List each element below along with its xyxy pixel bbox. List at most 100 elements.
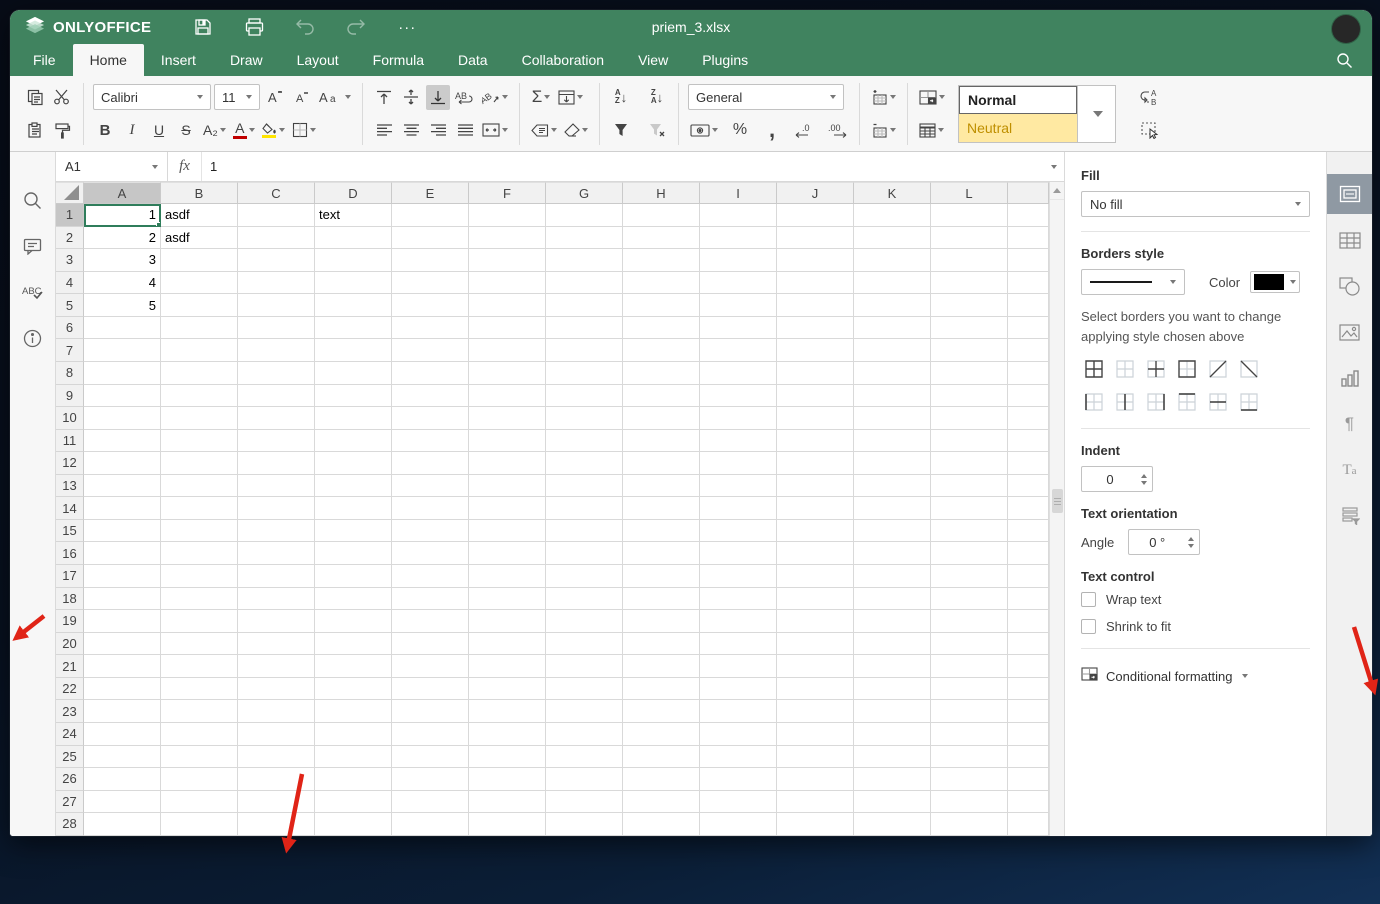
cell-H19[interactable] — [623, 610, 700, 633]
cell-F20[interactable] — [469, 633, 546, 656]
cell-J9[interactable] — [777, 385, 854, 408]
cell-F21[interactable] — [469, 655, 546, 678]
cell-C16[interactable] — [238, 542, 315, 565]
row-header-10[interactable]: 10 — [56, 407, 84, 430]
wrap-text-checkbox[interactable] — [1081, 592, 1096, 607]
cell-L6[interactable] — [931, 317, 1008, 340]
cell-L19[interactable] — [931, 610, 1008, 633]
column-header-C[interactable]: C — [238, 182, 315, 204]
cell-K18[interactable] — [854, 588, 931, 611]
cell-D27[interactable] — [315, 791, 392, 814]
select-range-button[interactable] — [1138, 118, 1162, 143]
cell-M19[interactable] — [1008, 610, 1049, 633]
cell-L3[interactable] — [931, 249, 1008, 272]
cell-G13[interactable] — [546, 475, 623, 498]
cell-C5[interactable] — [238, 294, 315, 317]
column-header-A[interactable]: A — [84, 182, 161, 204]
cell-F3[interactable] — [469, 249, 546, 272]
select-all-corner[interactable] — [56, 182, 84, 204]
align-bottom-button[interactable] — [426, 85, 450, 110]
tab-view[interactable]: View — [621, 44, 685, 76]
cell-E5[interactable] — [392, 294, 469, 317]
cell-J5[interactable] — [777, 294, 854, 317]
cell-H16[interactable] — [623, 542, 700, 565]
cell-F12[interactable] — [469, 452, 546, 475]
border-inside-button[interactable] — [1143, 356, 1168, 381]
copy-button[interactable] — [23, 85, 47, 110]
cell-H23[interactable] — [623, 700, 700, 723]
justify-button[interactable] — [453, 118, 477, 143]
cell-C25[interactable] — [238, 746, 315, 769]
cell-G2[interactable] — [546, 227, 623, 250]
cell-D15[interactable] — [315, 520, 392, 543]
cell-I10[interactable] — [700, 407, 777, 430]
cell-F23[interactable] — [469, 700, 546, 723]
cell-E25[interactable] — [392, 746, 469, 769]
cell-E2[interactable] — [392, 227, 469, 250]
cell-F19[interactable] — [469, 610, 546, 633]
cell-H27[interactable] — [623, 791, 700, 814]
cell-L22[interactable] — [931, 678, 1008, 701]
redo-button[interactable] — [344, 15, 368, 39]
row-header-8[interactable]: 8 — [56, 362, 84, 385]
cell-H17[interactable] — [623, 565, 700, 588]
cell-C28[interactable] — [238, 813, 315, 836]
orientation-button[interactable]: AB — [480, 85, 510, 110]
column-header-J[interactable]: J — [777, 182, 854, 204]
cell-M8[interactable] — [1008, 362, 1049, 385]
cell-I8[interactable] — [700, 362, 777, 385]
column-header-E[interactable]: E — [392, 182, 469, 204]
column-header-D[interactable]: D — [315, 182, 392, 204]
cell-B4[interactable] — [161, 272, 238, 295]
cell-K8[interactable] — [854, 362, 931, 385]
scroll-up-button[interactable] — [1050, 182, 1064, 200]
column-header-L[interactable]: L — [931, 182, 1008, 204]
cell-C1[interactable] — [238, 204, 315, 227]
cell-B21[interactable] — [161, 655, 238, 678]
cell-G14[interactable] — [546, 497, 623, 520]
cell-D2[interactable] — [315, 227, 392, 250]
cell-C15[interactable] — [238, 520, 315, 543]
cell-L14[interactable] — [931, 497, 1008, 520]
cell-G1[interactable] — [546, 204, 623, 227]
font-name-select[interactable]: Calibri — [93, 84, 211, 110]
row-header-7[interactable]: 7 — [56, 339, 84, 362]
cell-C2[interactable] — [238, 227, 315, 250]
cell-B22[interactable] — [161, 678, 238, 701]
shape-settings-icon[interactable] — [1327, 266, 1373, 306]
row-header-16[interactable]: 16 — [56, 542, 84, 565]
cell-I9[interactable] — [700, 385, 777, 408]
accounting-style-button[interactable] — [688, 118, 720, 143]
cell-style-normal[interactable]: Normal — [959, 86, 1077, 114]
cell-B28[interactable] — [161, 813, 238, 836]
cell-M5[interactable] — [1008, 294, 1049, 317]
cell-M26[interactable] — [1008, 768, 1049, 791]
cell-E26[interactable] — [392, 768, 469, 791]
cell-F10[interactable] — [469, 407, 546, 430]
cell-E1[interactable] — [392, 204, 469, 227]
cell-K7[interactable] — [854, 339, 931, 362]
increase-decimal-button[interactable]: .00 — [824, 118, 850, 143]
row-header-12[interactable]: 12 — [56, 452, 84, 475]
paragraph-settings-icon[interactable]: ¶ — [1327, 404, 1373, 444]
sort-descending-button[interactable]: ZA↓ — [645, 85, 669, 110]
font-color-button[interactable]: A — [231, 118, 257, 143]
cell-I12[interactable] — [700, 452, 777, 475]
cell-F13[interactable] — [469, 475, 546, 498]
cell-B27[interactable] — [161, 791, 238, 814]
cell-K28[interactable] — [854, 813, 931, 836]
conditional-formatting-button[interactable] — [917, 85, 947, 110]
cell-J10[interactable] — [777, 407, 854, 430]
cell-M25[interactable] — [1008, 746, 1049, 769]
cell-E11[interactable] — [392, 430, 469, 453]
cell-K5[interactable] — [854, 294, 931, 317]
cell-M18[interactable] — [1008, 588, 1049, 611]
cell-J12[interactable] — [777, 452, 854, 475]
cell-H18[interactable] — [623, 588, 700, 611]
cell-H9[interactable] — [623, 385, 700, 408]
cell-D18[interactable] — [315, 588, 392, 611]
cell-name-box[interactable]: A1 — [56, 152, 168, 181]
clear-filter-button[interactable] — [645, 118, 669, 143]
cell-D19[interactable] — [315, 610, 392, 633]
cell-D5[interactable] — [315, 294, 392, 317]
